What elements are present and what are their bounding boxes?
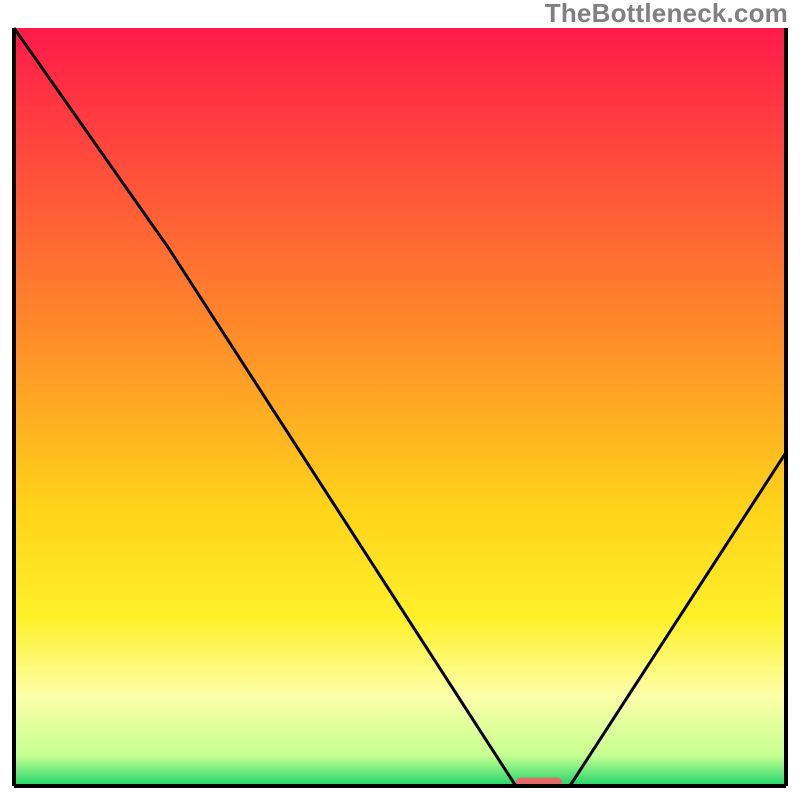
chart-frame: TheBottleneck.com <box>0 0 800 800</box>
watermark-text: TheBottleneck.com <box>545 0 788 26</box>
gradient-background <box>14 28 786 786</box>
bottleneck-chart <box>0 0 800 800</box>
